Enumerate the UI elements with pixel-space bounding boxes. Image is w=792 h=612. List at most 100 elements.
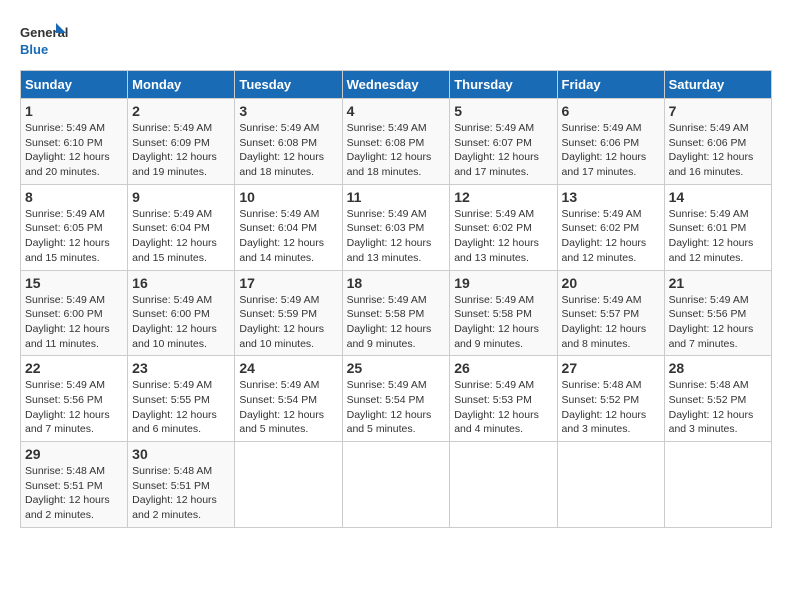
day-number: 28: [669, 360, 767, 376]
calendar-cell: 6 Sunrise: 5:49 AMSunset: 6:06 PMDaylight…: [557, 99, 664, 185]
calendar-cell: 23Sunrise: 5:49 AMSunset: 5:55 PMDayligh…: [128, 356, 235, 442]
calendar-cell: 10 Sunrise: 5:49 AMSunset: 6:04 PMDayligh…: [235, 184, 342, 270]
weekday-header-sunday: Sunday: [21, 71, 128, 99]
week-row-2: 8Sunrise: 5:49 AMSunset: 6:05 PMDaylight…: [21, 184, 772, 270]
weekday-header-row: SundayMondayTuesdayWednesdayThursdayFrid…: [21, 71, 772, 99]
calendar-table: SundayMondayTuesdayWednesdayThursdayFrid…: [20, 70, 772, 528]
calendar-cell: 7Sunrise: 5:49 AMSunset: 6:06 PMDaylight…: [664, 99, 771, 185]
day-detail: Sunrise: 5:49 AMSunset: 5:53 PMDaylight:…: [454, 378, 552, 437]
day-number: 6: [562, 103, 660, 119]
calendar-cell: 25 Sunrise: 5:49 AMSunset: 5:54 PMDayligh…: [342, 356, 450, 442]
calendar-cell: 18 Sunrise: 5:49 AMSunset: 5:58 PMDayligh…: [342, 270, 450, 356]
day-detail: Sunrise: 5:49 AMSunset: 6:09 PMDaylight:…: [132, 121, 230, 180]
calendar-cell: 11 Sunrise: 5:49 AMSunset: 6:03 PMDayligh…: [342, 184, 450, 270]
calendar-cell: 4 Sunrise: 5:49 AMSunset: 6:08 PMDaylight…: [342, 99, 450, 185]
day-number: 11: [347, 189, 446, 205]
calendar-cell: [450, 442, 557, 528]
day-detail: Sunrise: 5:49 AMSunset: 6:00 PMDaylight:…: [132, 293, 230, 352]
day-number: 5: [454, 103, 552, 119]
calendar-cell: 14 Sunrise: 5:49 AMSunset: 6:01 PMDayligh…: [664, 184, 771, 270]
calendar-cell: 15 Sunrise: 5:49 AMSunset: 6:00 PMDayligh…: [21, 270, 128, 356]
calendar-cell: [342, 442, 450, 528]
day-number: 2: [132, 103, 230, 119]
day-detail: Sunrise: 5:49 AMSunset: 6:03 PMDaylight:…: [347, 207, 446, 266]
calendar-cell: 17 Sunrise: 5:49 AMSunset: 5:59 PMDayligh…: [235, 270, 342, 356]
calendar-cell: 30 Sunrise: 5:48 AMSunset: 5:51 PMDayligh…: [128, 442, 235, 528]
logo-icon: General Blue: [20, 20, 70, 60]
calendar-cell: 2 Sunrise: 5:49 AMSunset: 6:09 PMDaylight…: [128, 99, 235, 185]
day-number: 18: [347, 275, 446, 291]
day-detail: Sunrise: 5:49 AMSunset: 5:54 PMDaylight:…: [239, 378, 337, 437]
calendar-cell: [557, 442, 664, 528]
calendar-cell: 28 Sunrise: 5:48 AMSunset: 5:52 PMDayligh…: [664, 356, 771, 442]
calendar-cell: 20Sunrise: 5:49 AMSunset: 5:57 PMDayligh…: [557, 270, 664, 356]
day-detail: Sunrise: 5:49 AMSunset: 5:54 PMDaylight:…: [347, 378, 446, 437]
calendar-cell: 1 Sunrise: 5:49 AMSunset: 6:10 PMDaylight…: [21, 99, 128, 185]
day-number: 10: [239, 189, 337, 205]
day-number: 30: [132, 446, 230, 462]
calendar-cell: 26 Sunrise: 5:49 AMSunset: 5:53 PMDayligh…: [450, 356, 557, 442]
calendar-cell: 21 Sunrise: 5:49 AMSunset: 5:56 PMDayligh…: [664, 270, 771, 356]
day-number: 9: [132, 189, 230, 205]
day-detail: Sunrise: 5:49 AMSunset: 5:59 PMDaylight:…: [239, 293, 337, 352]
week-row-5: 29 Sunrise: 5:48 AMSunset: 5:51 PMDayligh…: [21, 442, 772, 528]
day-detail: Sunrise: 5:48 AMSunset: 5:52 PMDaylight:…: [669, 378, 767, 437]
calendar-cell: 13 Sunrise: 5:49 AMSunset: 6:02 PMDayligh…: [557, 184, 664, 270]
day-detail: Sunrise: 5:49 AMSunset: 6:00 PMDaylight:…: [25, 293, 123, 352]
day-detail: Sunrise: 5:49 AMSunset: 5:56 PMDaylight:…: [25, 378, 123, 437]
day-number: 21: [669, 275, 767, 291]
day-number: 26: [454, 360, 552, 376]
weekday-header-thursday: Thursday: [450, 71, 557, 99]
day-detail: Sunrise: 5:49 AMSunset: 6:05 PMDaylight:…: [25, 207, 123, 266]
header-area: General Blue: [20, 20, 772, 60]
svg-text:Blue: Blue: [20, 42, 48, 57]
weekday-header-friday: Friday: [557, 71, 664, 99]
day-detail: Sunrise: 5:49 AMSunset: 6:04 PMDaylight:…: [239, 207, 337, 266]
day-number: 20: [562, 275, 660, 291]
calendar-cell: 8Sunrise: 5:49 AMSunset: 6:05 PMDaylight…: [21, 184, 128, 270]
calendar-cell: 22 Sunrise: 5:49 AMSunset: 5:56 PMDayligh…: [21, 356, 128, 442]
day-number: 17: [239, 275, 337, 291]
day-number: 27: [562, 360, 660, 376]
day-number: 4: [347, 103, 446, 119]
day-detail: Sunrise: 5:49 AMSunset: 6:04 PMDaylight:…: [132, 207, 230, 266]
day-detail: Sunrise: 5:49 AMSunset: 6:02 PMDaylight:…: [562, 207, 660, 266]
day-detail: Sunrise: 5:49 AMSunset: 5:55 PMDaylight:…: [132, 378, 230, 437]
day-number: 22: [25, 360, 123, 376]
day-detail: Sunrise: 5:49 AMSunset: 6:02 PMDaylight:…: [454, 207, 552, 266]
day-number: 3: [239, 103, 337, 119]
calendar-cell: 24 Sunrise: 5:49 AMSunset: 5:54 PMDayligh…: [235, 356, 342, 442]
day-number: 29: [25, 446, 123, 462]
weekday-header-wednesday: Wednesday: [342, 71, 450, 99]
calendar-cell: [664, 442, 771, 528]
day-detail: Sunrise: 5:49 AMSunset: 5:58 PMDaylight:…: [347, 293, 446, 352]
day-detail: Sunrise: 5:49 AMSunset: 6:08 PMDaylight:…: [347, 121, 446, 180]
day-detail: Sunrise: 5:49 AMSunset: 6:08 PMDaylight:…: [239, 121, 337, 180]
day-detail: Sunrise: 5:48 AMSunset: 5:52 PMDaylight:…: [562, 378, 660, 437]
day-number: 13: [562, 189, 660, 205]
day-number: 25: [347, 360, 446, 376]
day-detail: Sunrise: 5:49 AMSunset: 6:01 PMDaylight:…: [669, 207, 767, 266]
day-detail: Sunrise: 5:49 AMSunset: 5:58 PMDaylight:…: [454, 293, 552, 352]
day-number: 12: [454, 189, 552, 205]
day-detail: Sunrise: 5:49 AMSunset: 6:10 PMDaylight:…: [25, 121, 123, 180]
day-number: 15: [25, 275, 123, 291]
weekday-header-saturday: Saturday: [664, 71, 771, 99]
day-number: 24: [239, 360, 337, 376]
calendar-cell: 19Sunrise: 5:49 AMSunset: 5:58 PMDayligh…: [450, 270, 557, 356]
day-detail: Sunrise: 5:49 AMSunset: 6:06 PMDaylight:…: [562, 121, 660, 180]
day-detail: Sunrise: 5:48 AMSunset: 5:51 PMDaylight:…: [132, 464, 230, 523]
day-number: 14: [669, 189, 767, 205]
day-number: 16: [132, 275, 230, 291]
calendar-cell: 5 Sunrise: 5:49 AMSunset: 6:07 PMDaylight…: [450, 99, 557, 185]
weekday-header-tuesday: Tuesday: [235, 71, 342, 99]
week-row-1: 1 Sunrise: 5:49 AMSunset: 6:10 PMDaylight…: [21, 99, 772, 185]
calendar-cell: 29Sunrise: 5:48 AMSunset: 5:51 PMDayligh…: [21, 442, 128, 528]
weekday-header-monday: Monday: [128, 71, 235, 99]
logo: General Blue: [20, 20, 70, 60]
calendar-cell: 3 Sunrise: 5:49 AMSunset: 6:08 PMDaylight…: [235, 99, 342, 185]
day-number: 1: [25, 103, 123, 119]
day-detail: Sunrise: 5:49 AMSunset: 6:07 PMDaylight:…: [454, 121, 552, 180]
calendar-cell: 12 Sunrise: 5:49 AMSunset: 6:02 PMDayligh…: [450, 184, 557, 270]
day-detail: Sunrise: 5:49 AMSunset: 5:56 PMDaylight:…: [669, 293, 767, 352]
